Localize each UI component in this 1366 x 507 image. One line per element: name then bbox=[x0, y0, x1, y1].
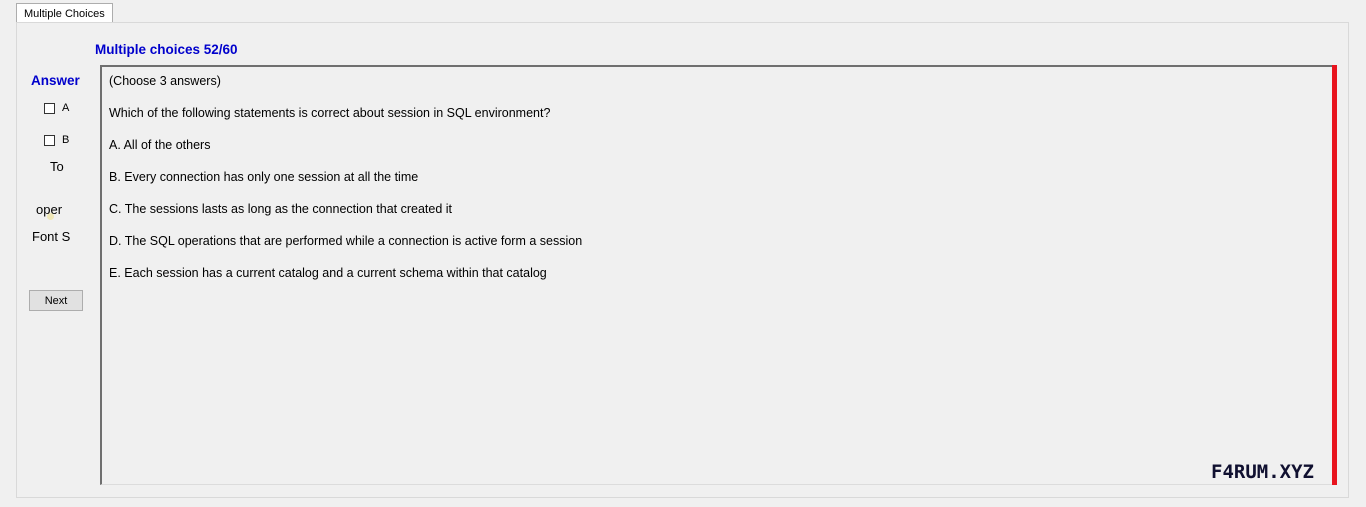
page-title: Multiple choices 52/60 bbox=[95, 42, 238, 57]
question-option-b: B. Every connection has only one session… bbox=[109, 170, 419, 184]
question-option-a: A. All of the others bbox=[109, 138, 211, 152]
question-option-e: E. Each session has a current catalog an… bbox=[109, 266, 547, 280]
checkbox-a-label: A bbox=[62, 102, 70, 114]
truncated-label-oper: oper bbox=[36, 202, 63, 217]
question-option-c: C. The sessions lasts as long as the con… bbox=[109, 202, 453, 216]
question-option-d: D. The SQL operations that are performed… bbox=[109, 234, 583, 248]
question-panel: (Choose 3 answers) Which of the followin… bbox=[100, 65, 1334, 485]
answer-label: Answer bbox=[31, 73, 80, 88]
question-instruction: (Choose 3 answers) bbox=[109, 74, 221, 88]
watermark: F4RUM.XYZ bbox=[1211, 461, 1314, 483]
checkbox-b-label: B bbox=[62, 134, 70, 146]
next-button[interactable]: Next bbox=[29, 290, 83, 311]
checkbox-a-box[interactable] bbox=[44, 102, 55, 114]
checkbox-b[interactable]: B bbox=[44, 134, 69, 146]
truncated-label-to: To bbox=[50, 159, 64, 174]
checkbox-b-box[interactable] bbox=[44, 134, 55, 146]
tab-strip: Multiple Choices bbox=[0, 0, 1366, 24]
accent-bar bbox=[1332, 65, 1337, 485]
question-text: Which of the following statements is cor… bbox=[109, 106, 551, 120]
truncated-label-font-size: Font S bbox=[32, 229, 70, 244]
checkbox-a[interactable]: A bbox=[44, 102, 69, 114]
tab-multiple-choices[interactable]: Multiple Choices bbox=[16, 3, 113, 23]
